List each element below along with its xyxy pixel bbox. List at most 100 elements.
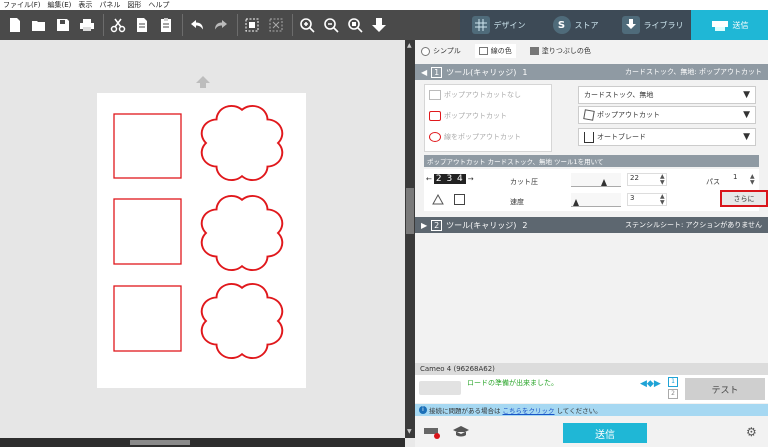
tool-dropdown[interactable]: オートブレード ▼ [578, 128, 756, 146]
mode-tabs: シンプル 線の色 塗りつぶしの色 [415, 42, 768, 60]
menu-panel[interactable]: パネル [99, 0, 120, 10]
vertical-scrollbar[interactable] [405, 40, 415, 438]
page-2-button[interactable]: 2 [668, 389, 678, 399]
tool1-summary: カードストック、無地: ポップアウトカット [625, 68, 762, 76]
cut-scissors-icon[interactable] [107, 14, 129, 36]
toolbar-separator [103, 14, 104, 36]
slider-thumb[interactable] [573, 199, 579, 206]
pass-label: パス [706, 178, 720, 186]
tab-design[interactable]: デザイン [460, 10, 537, 40]
collapse-arrow-icon: ◀ [421, 67, 428, 77]
speed-spinner[interactable]: ▲ ▼ [660, 194, 665, 206]
settings-info-bar: ポップアウトカット カードストック、無地 ツール1を用いて [424, 155, 759, 167]
tool1-title: ツール(キャリッジ) [446, 67, 517, 77]
menu-view[interactable]: 表示 [78, 0, 92, 10]
tool2-header[interactable]: ▶ 2 ツール(キャリッジ) 2 ステンシルシート: アクションがありません [415, 217, 768, 233]
toolbar-separator [292, 14, 293, 36]
scroll-up-arrow-icon[interactable]: ▲ [407, 42, 412, 49]
blade-depth-control[interactable]: ← 2 3 4 → [426, 174, 474, 184]
action-line-popout[interactable]: 線をポップアウトカット [429, 132, 521, 142]
gear-icon[interactable]: ⚙ [746, 425, 757, 439]
cut-pressure-spinner[interactable]: ▲ ▼ [660, 174, 665, 186]
speed-label: 速度 [510, 198, 524, 206]
redo-icon[interactable] [210, 14, 232, 36]
info-icon: i [419, 406, 427, 414]
pass-input[interactable]: 1 [731, 173, 749, 186]
zoom-out-icon[interactable] [320, 14, 342, 36]
page-up-arrow-icon[interactable] [196, 76, 210, 90]
tool-value: オートブレード [597, 133, 646, 141]
horizontal-scrollbar[interactable] [0, 438, 405, 447]
copy-icon[interactable] [131, 14, 153, 36]
material-value: カードストック、無地 [584, 91, 654, 99]
arrow-left-icon: ← [426, 175, 432, 183]
dropdown-arrow-icon: ▼ [743, 90, 750, 100]
vertical-scroll-thumb[interactable] [406, 188, 414, 234]
plotter-settings-icon[interactable] [423, 425, 441, 441]
menu-bar: ファイル(F) 編集(E) 表示 パネル 図形 ヘルプ [0, 0, 768, 10]
undo-icon[interactable] [186, 14, 208, 36]
cut-settings: ← 2 3 4 → カット圧 22 ▲ ▼ パス 1 ▲ ▼ 速度 3 ▲ ▼ … [424, 169, 768, 211]
menu-edit[interactable]: 編集(E) [48, 0, 72, 10]
no-popout-icon [429, 90, 441, 100]
mode-simple[interactable]: シンプル [421, 46, 461, 56]
scroll-down-arrow-icon[interactable]: ▼ [407, 428, 412, 435]
tab-design-label: デザイン [493, 20, 526, 30]
store-s-icon: S [552, 16, 571, 34]
paste-icon[interactable] [155, 14, 177, 36]
speed-slider[interactable] [571, 193, 621, 207]
square-shape-3[interactable] [113, 285, 182, 352]
print-icon[interactable] [76, 14, 98, 36]
zoom-fit-icon[interactable] [344, 14, 366, 36]
save-icon[interactable] [52, 14, 74, 36]
action-value: ポップアウトカット [597, 111, 660, 119]
slider-thumb[interactable] [601, 179, 607, 186]
grid-icon [471, 16, 490, 34]
help-link[interactable]: こちらをクリック [503, 405, 555, 415]
mode-fill-color[interactable]: 塗りつぶしの色 [529, 46, 591, 56]
menu-help[interactable]: ヘルプ [148, 0, 169, 10]
action-dropdown[interactable]: ポップアウトカット ▼ [578, 106, 756, 124]
card-icon [583, 109, 595, 121]
square-icon [454, 194, 465, 205]
move-arrows-icon[interactable]: ◀◆▶ [640, 379, 661, 389]
tool2-summary: ステンシルシート: アクションがありません [624, 221, 762, 229]
cut-pressure-slider[interactable] [571, 173, 621, 187]
action-none[interactable]: ポップアウトカットなし [429, 90, 521, 100]
app-window: ファイル(F) 編集(E) 表示 パネル 図形 ヘルプ デザイン S ストア ラ… [0, 0, 768, 447]
menu-shapes[interactable]: 図形 [127, 0, 141, 10]
blade-icon [584, 131, 594, 143]
flower-shape-2[interactable] [200, 194, 284, 272]
mode-simple-label: シンプル [433, 47, 461, 55]
flower-shape-1[interactable] [200, 104, 284, 182]
more-button[interactable]: さらに [720, 190, 768, 207]
tab-library[interactable]: ライブラリ [614, 10, 691, 40]
new-file-icon[interactable] [4, 14, 26, 36]
group-icon[interactable] [241, 14, 263, 36]
tutorial-cap-icon[interactable] [453, 425, 469, 440]
square-shape-2[interactable] [113, 198, 182, 265]
open-folder-icon[interactable] [28, 14, 50, 36]
ungroup-icon[interactable] [265, 14, 287, 36]
move-down-arrow-icon[interactable] [368, 14, 390, 36]
pass-spinner[interactable]: ▲ ▼ [750, 174, 755, 186]
flower-shape-3[interactable] [200, 282, 284, 360]
material-dropdown[interactable]: カードストック、無地 ▼ [578, 86, 756, 104]
page-1-button[interactable]: 1 [668, 377, 678, 387]
menu-file[interactable]: ファイル(F) [3, 0, 41, 10]
send-button[interactable]: 送信 [563, 423, 647, 443]
device-status: ロードの準備が出来ました。 [467, 379, 558, 387]
square-shape-1[interactable] [113, 113, 182, 179]
horizontal-scroll-thumb[interactable] [130, 440, 190, 445]
blade-depth-digits: 2 3 4 [433, 174, 466, 184]
cut-pressure-label: カット圧 [510, 178, 538, 186]
mode-line-color[interactable]: 線の色 [474, 44, 516, 58]
action-popout[interactable]: ポップアウトカット [429, 111, 507, 121]
line-popout-icon [429, 132, 441, 142]
tab-store[interactable]: S ストア [537, 10, 614, 40]
tab-send[interactable]: 送信 [691, 10, 768, 40]
test-button[interactable]: テスト [685, 378, 765, 400]
tool1-header[interactable]: ◀ 1 ツール(キャリッジ) 1 カードストック、無地: ポップアウトカット [415, 64, 768, 80]
zoom-in-icon[interactable] [296, 14, 318, 36]
top-tabs: デザイン S ストア ライブラリ 送信 [460, 10, 768, 40]
